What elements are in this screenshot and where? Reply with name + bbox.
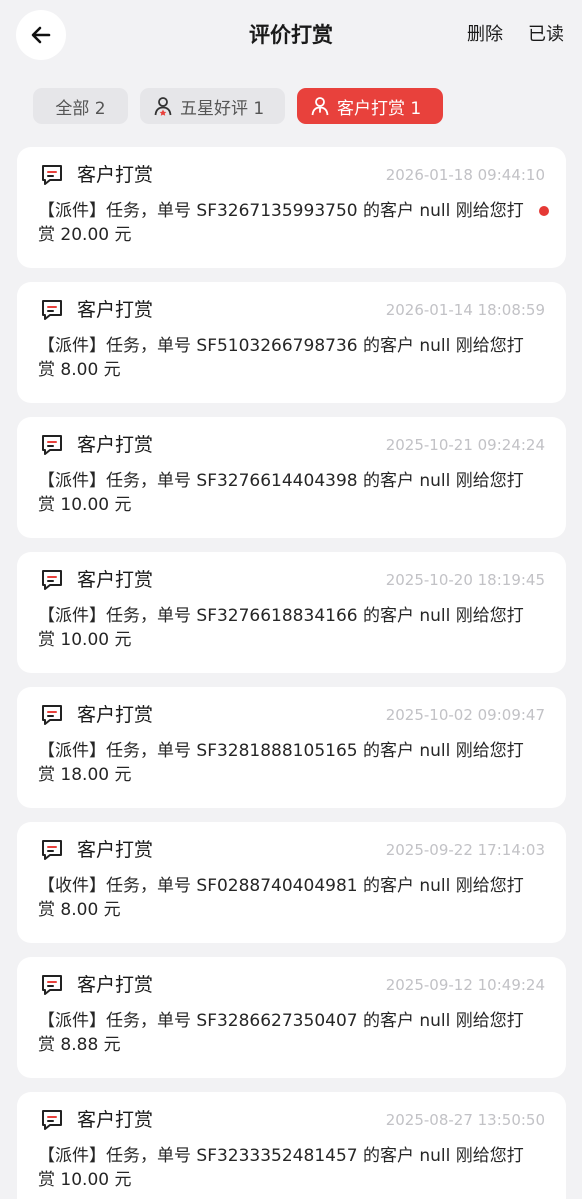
message-body: 【派件】任务，单号 SF5103266798736 的客户 null 刚给您打赏… [38, 336, 524, 380]
message-title: 客户打赏 [77, 704, 154, 726]
message-title: 客户打赏 [77, 299, 154, 321]
unread-dot [539, 206, 549, 216]
tab-five-star-label: 五星好评 1 [180, 98, 265, 119]
filter-tabs: 全部 2 五星好评 1 客户打赏 1 [33, 88, 443, 124]
message-body: 【派件】任务，单号 SF3276614404398 的客户 null 刚给您打赏… [38, 471, 524, 515]
message-time: 2025-08-27 13:50:50 [385, 1111, 545, 1129]
message-title: 客户打赏 [77, 164, 154, 186]
message-body: 【派件】任务，单号 SF3267135993750 的客户 null 刚给您打赏… [38, 201, 524, 245]
tab-all[interactable]: 全部 2 [33, 88, 128, 124]
message-card[interactable]: 客户打赏 2025-09-22 17:14:03 【收件】任务，单号 SF028… [17, 822, 566, 943]
message-icon [42, 1110, 62, 1130]
message-icon [42, 300, 62, 320]
message-title: 客户打赏 [77, 1109, 154, 1131]
message-icon [42, 435, 62, 455]
message-card[interactable]: 客户打赏 2025-10-21 09:24:24 【派件】任务，单号 SF327… [17, 417, 566, 538]
message-title: 客户打赏 [77, 569, 154, 591]
message-time: 2025-10-02 09:09:47 [385, 706, 545, 724]
message-time: 2026-01-18 09:44:10 [385, 166, 545, 184]
tab-five-star[interactable]: 五星好评 1 [140, 88, 285, 124]
message-title: 客户打赏 [77, 839, 154, 861]
person-icon [309, 95, 331, 117]
message-body: 【派件】任务，单号 SF3233352481457 的客户 null 刚给您打赏… [38, 1146, 524, 1190]
message-card[interactable]: 客户打赏 2026-01-14 18:08:59 【派件】任务，单号 SF510… [17, 282, 566, 403]
tab-customer-tip[interactable]: 客户打赏 1 [297, 88, 443, 124]
message-card[interactable]: 客户打赏 2025-10-02 09:09:47 【派件】任务，单号 SF328… [17, 687, 566, 808]
message-time: 2025-10-21 09:24:24 [385, 436, 545, 454]
message-card[interactable]: 客户打赏 2025-10-20 18:19:45 【派件】任务，单号 SF327… [17, 552, 566, 673]
person-star-icon [152, 95, 174, 117]
message-card[interactable]: 客户打赏 2026-01-18 09:44:10 【派件】任务，单号 SF326… [17, 147, 566, 268]
message-title: 客户打赏 [77, 974, 154, 996]
message-time: 2026-01-14 18:08:59 [385, 301, 545, 319]
message-icon [42, 840, 62, 860]
mark-read-button[interactable]: 已读 [528, 22, 564, 48]
message-body: 【派件】任务，单号 SF3276618834166 的客户 null 刚给您打赏… [38, 606, 524, 650]
message-title: 客户打赏 [77, 434, 154, 456]
message-icon [42, 570, 62, 590]
message-time: 2025-09-12 10:49:24 [385, 976, 545, 994]
message-body: 【派件】任务，单号 SF3286627350407 的客户 null 刚给您打赏… [38, 1011, 524, 1055]
message-icon [42, 975, 62, 995]
message-body: 【收件】任务，单号 SF0288740404981 的客户 null 刚给您打赏… [38, 876, 524, 920]
message-body: 【派件】任务，单号 SF3281888105165 的客户 null 刚给您打赏… [38, 741, 524, 785]
message-icon [42, 165, 62, 185]
message-icon [42, 705, 62, 725]
tab-all-label: 全部 2 [55, 98, 106, 119]
tab-customer-tip-label: 客户打赏 1 [337, 98, 422, 119]
message-card[interactable]: 客户打赏 2025-08-27 13:50:50 【派件】任务，单号 SF323… [17, 1092, 566, 1199]
delete-button[interactable]: 删除 [467, 22, 503, 48]
message-time: 2025-10-20 18:19:45 [385, 571, 545, 589]
message-card[interactable]: 客户打赏 2025-09-12 10:49:24 【派件】任务，单号 SF328… [17, 957, 566, 1078]
top-bar: 评价打赏 删除 已读 [0, 0, 582, 72]
message-time: 2025-09-22 17:14:03 [385, 841, 545, 859]
